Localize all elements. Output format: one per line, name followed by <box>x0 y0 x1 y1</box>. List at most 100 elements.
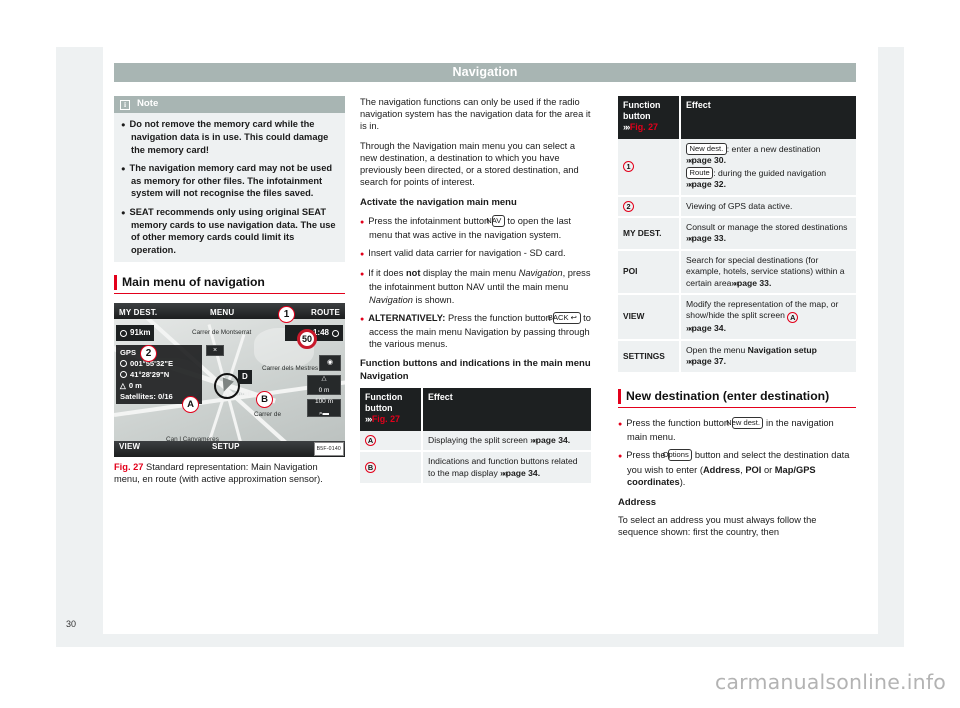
page-ref[interactable]: page 34. <box>686 323 726 333</box>
figure-code: B5F-0140 <box>313 441 344 457</box>
distance-value: 91km <box>130 328 151 338</box>
list-item: Press the Options button and select the … <box>618 449 856 488</box>
section-divider <box>114 293 345 295</box>
row-key: VIEW <box>618 294 681 341</box>
note-item: Do not remove the memory card while the … <box>121 118 338 156</box>
row-effect: Indications and function buttons related… <box>422 451 591 486</box>
section-divider <box>618 406 856 408</box>
page-ref[interactable]: page 37. <box>686 356 726 366</box>
activate-steps-list: Press the infotainment button NAV to ope… <box>360 214 591 351</box>
page-ref[interactable]: page 33. <box>731 278 771 288</box>
nav-button-cap[interactable]: NAV <box>486 214 505 227</box>
table-header-row: Function button »» Fig. 27 Effect <box>360 387 591 431</box>
table-header-effect: Effect <box>680 96 856 139</box>
page-title: Navigation <box>452 65 518 79</box>
gps-panel-header: GPS <box>120 347 198 358</box>
header-text: Function button <box>365 391 403 413</box>
function-button-table-left: Function button »» Fig. 27 Effect A Displ… <box>360 387 591 486</box>
row-key: SETTINGS <box>618 339 681 374</box>
table-header-row: Function button »» Fig. 27 Effect <box>618 96 856 139</box>
compass-icon: ◉ <box>319 355 341 372</box>
row-key: MY DEST. <box>618 217 681 251</box>
key-ring-1: 1 <box>623 161 634 173</box>
function-button-table-right: Function button »» Fig. 27 Effect 1 New d… <box>618 96 856 374</box>
note-box: i Note Do not remove the memory card whi… <box>114 96 345 262</box>
address-paragraph: To select an address you must always fol… <box>618 515 817 538</box>
route-button-cap[interactable]: Route <box>686 166 714 179</box>
header-text: Function button <box>623 100 661 121</box>
table-row: 2 Viewing of GPS data active. <box>618 195 856 219</box>
note-item: SEAT recommends only using original SEAT… <box>121 206 338 256</box>
step-text: If it does <box>368 268 406 279</box>
figure-27: Carrer de Montserrat Carrer dels Mestres… <box>114 303 345 485</box>
street-label: Carrer de Montserrat <box>192 329 252 337</box>
button-route[interactable]: ROUTE <box>311 307 340 319</box>
section-heading-main-menu: Main menu of navigation <box>114 274 345 291</box>
section-heading-new-destination: New destination (enter destination) <box>618 388 856 404</box>
step-text: Press the function button <box>626 417 732 428</box>
row-effect: Displaying the split screen page 34. <box>422 430 591 453</box>
info-icon: i <box>120 99 130 110</box>
table-row: MY DEST. Consult or manage the stored de… <box>618 217 856 251</box>
button-setup[interactable]: SETUP <box>212 441 240 453</box>
column-left: i Note Do not remove the memory card whi… <box>114 96 345 492</box>
figure-caption-text: Standard representation: Main Navigation… <box>114 462 323 485</box>
back-button-cap[interactable]: BACK ↩ <box>548 311 581 324</box>
distance-indicator: 91km <box>116 325 155 342</box>
row-effect: Consult or manage the stored destination… <box>680 217 856 251</box>
new-destination-steps: Press the function button New dest. in t… <box>618 416 856 488</box>
watermark: carmanualsonline.info <box>714 670 946 694</box>
button-my-dest[interactable]: MY DEST. <box>119 307 157 319</box>
row-effect: New dest.: enter a new destination page … <box>680 139 856 197</box>
table-row: SETTINGS Open the menu Navigation setup p… <box>618 339 856 374</box>
button-menu[interactable]: MENU <box>210 307 234 319</box>
altitude-glyph: △ <box>321 374 327 382</box>
row-effect: Search for special destinations (for exa… <box>680 249 856 296</box>
navigation-screen-image: Carrer de Montserrat Carrer dels Mestres… <box>114 303 345 458</box>
page-ref[interactable]: page 32. <box>686 179 726 189</box>
column-right: Function button »» Fig. 27 Effect 1 New d… <box>618 96 856 546</box>
figure-label: Fig. 27 <box>114 462 144 473</box>
menu-name: Navigation <box>369 294 413 305</box>
close-icon[interactable]: × <box>206 345 224 357</box>
page-number: 30 <box>66 619 77 629</box>
street-label: Carrer dels Mestres <box>262 365 319 373</box>
row-key: 2 <box>618 195 681 219</box>
page-ref[interactable]: page 34. <box>530 435 570 445</box>
ref-arrows: »» <box>365 413 372 424</box>
subheading-function-buttons: Function buttons and indications in the … <box>360 358 591 382</box>
options-button-cap[interactable]: Options <box>663 449 693 462</box>
new-dest-button-cap[interactable]: New dest. <box>686 143 727 155</box>
step-text: Press the function button <box>445 312 554 323</box>
manual-page: Navigation i Note Do not remove the memo… <box>0 0 960 708</box>
page-ref[interactable]: page 33. <box>686 233 726 243</box>
list-item: Press the infotainment button NAV to ope… <box>360 214 591 241</box>
table-row: VIEW Modify the representation of the ma… <box>618 294 856 341</box>
menu-name: Navigation setup <box>747 344 817 355</box>
altitude-indicator: △ 0 m <box>307 374 341 396</box>
zoom-icon: ⌕▬ <box>318 410 330 418</box>
ref-arrows: »» <box>623 122 630 132</box>
direction-tag: D <box>238 370 252 385</box>
effect-text: : during the guided navigation <box>713 167 827 178</box>
longitude-icon <box>120 360 127 368</box>
column-middle: The navigation functions can only be use… <box>360 96 591 486</box>
chapter-header-bar: Navigation <box>114 63 856 82</box>
clock-icon <box>332 329 339 337</box>
page-ref[interactable]: page 34. <box>500 468 540 478</box>
button-view[interactable]: VIEW <box>119 441 140 453</box>
separator: or <box>761 464 775 475</box>
note-title: Note <box>137 98 159 110</box>
map-scale-indicator[interactable]: 100 m ⌕▬ <box>307 398 341 418</box>
row-key: B <box>360 451 423 486</box>
latitude-icon <box>120 371 127 379</box>
effect-text: : enter a new destination <box>726 144 821 154</box>
page-ref[interactable]: page 30. <box>686 155 726 165</box>
step-text: Press the infotainment button <box>368 215 492 226</box>
step-emphasis: ALTERNATIVELY: <box>368 312 446 323</box>
header-figure-ref: Fig. 27 <box>371 413 400 424</box>
new-dest-button-cap[interactable]: New dest. <box>726 416 764 429</box>
menu-name: Navigation <box>518 268 563 279</box>
key-ring-b: B <box>365 461 376 473</box>
altitude-row: △ 0 m <box>120 380 198 391</box>
